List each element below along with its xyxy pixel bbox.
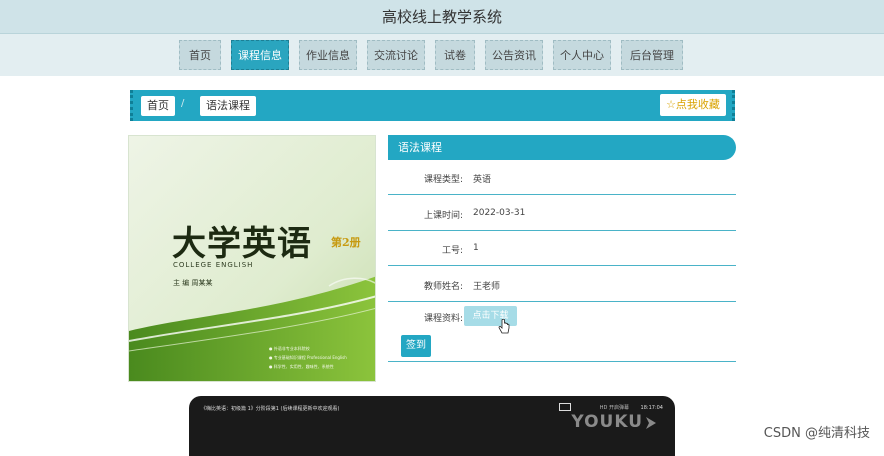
- detail-label: 教师姓名:: [423, 282, 463, 292]
- detail-row-type: 课程类型: 英语: [388, 160, 736, 195]
- cover-editor: 主 编 周某某: [173, 279, 213, 287]
- main-nav: 首页 课程信息 作业信息 交流讨论 试卷 公告资讯 个人中心 后台管理: [0, 34, 884, 76]
- detail-value: 英语: [473, 175, 492, 185]
- video-clock: 18:17:04: [640, 405, 663, 411]
- screen-icon[interactable]: [559, 403, 571, 412]
- detail-row-time: 上课时间: 2022-03-31: [388, 195, 736, 231]
- divider: [388, 361, 736, 362]
- detail-label: 工号:: [441, 246, 463, 256]
- nav-item-admin[interactable]: 后台管理: [621, 40, 683, 70]
- breadcrumb-current: 语法课程: [200, 96, 256, 116]
- play-arrow-icon: [646, 417, 656, 429]
- nav-item-profile[interactable]: 个人中心: [553, 40, 611, 70]
- breadcrumb: 首页 / 语法课程 ☆点我收藏: [130, 90, 735, 121]
- detail-row-materials: 课程资料: 点击下载: [388, 302, 736, 334]
- nav-item-homework[interactable]: 作业信息: [299, 40, 357, 70]
- breadcrumb-home[interactable]: 首页: [141, 96, 175, 116]
- detail-row-teacher: 教师姓名: 王老师: [388, 266, 736, 302]
- site-title: 高校线上教学系统: [381, 8, 502, 26]
- detail-label: 上课时间:: [423, 211, 463, 221]
- cover-title: 大学英语: [172, 224, 312, 264]
- video-tag[interactable]: HD 开启弹幕: [600, 404, 629, 411]
- cover-bullet: ● 科学性、实用性、趣味性、系统性: [269, 364, 334, 369]
- download-wrap: 点击下载: [388, 306, 736, 328]
- detail-row-staff-id: 工号: 1: [388, 231, 736, 266]
- sign-in-button[interactable]: 签到: [401, 335, 431, 357]
- header-bar: 高校线上教学系统: [0, 0, 884, 34]
- cover-subtitle: COLLEGE ENGLISH: [173, 261, 254, 269]
- nav-item-discussion[interactable]: 交流讨论: [367, 40, 425, 70]
- breadcrumb-separator: /: [181, 98, 185, 109]
- favorite-button[interactable]: ☆点我收藏: [660, 94, 726, 116]
- nav-item-course-info[interactable]: 课程信息: [231, 40, 289, 70]
- cover-bullet: ● 专业基础知识课程 Professional English: [269, 355, 347, 360]
- nav-item-exam[interactable]: 试卷: [435, 40, 475, 70]
- detail-value: 王老师: [473, 282, 501, 292]
- course-cover-image: 大学英语 第2册 COLLEGE ENGLISH 主 编 周某某 ● 外语非专业…: [128, 135, 376, 382]
- nav-item-announcements[interactable]: 公告资讯: [485, 40, 543, 70]
- watermark: CSDN @纯清科技: [763, 426, 870, 441]
- video-title: 《嗨比英语：初级篇 1》分阶段第1 (后续课程更新中欢迎观看): [201, 406, 340, 412]
- course-name-header: 语法课程: [388, 135, 736, 160]
- detail-value: 1: [473, 243, 479, 253]
- hand-cursor-icon: [498, 319, 510, 334]
- video-player[interactable]: 《嗨比英语：初级篇 1》分阶段第1 (后续课程更新中欢迎观看) HD 开启弹幕 …: [189, 396, 675, 456]
- youku-logo: YOUKU: [571, 412, 643, 432]
- cover-volume: 第2册: [331, 236, 361, 249]
- cover-bullet: ● 外语非专业本科院校: [269, 346, 310, 351]
- nav-item-home[interactable]: 首页: [179, 40, 221, 70]
- detail-value: 2022-03-31: [473, 208, 526, 218]
- detail-label: 课程类型:: [423, 175, 463, 185]
- cover-bullets: ● 外语非专业本科院校 ● 专业基础知识课程 Professional Engl…: [269, 344, 347, 371]
